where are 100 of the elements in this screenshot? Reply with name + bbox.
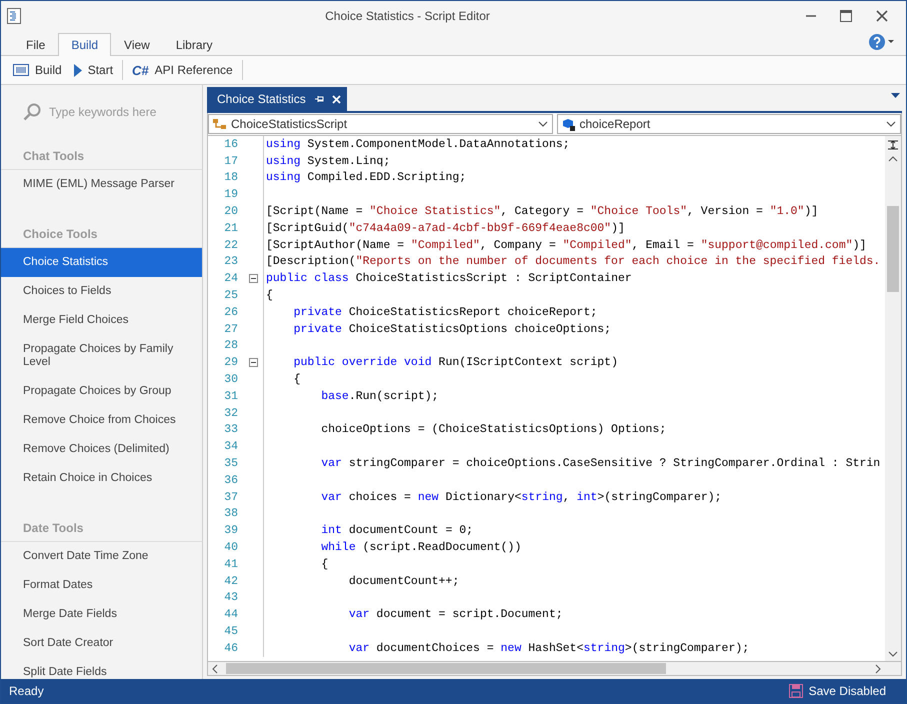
csharp-icon: C# bbox=[132, 62, 149, 78]
sidebar-item[interactable]: Choice Statistics bbox=[1, 248, 202, 277]
line-number: 38 bbox=[223, 507, 239, 520]
status-text: Ready bbox=[9, 684, 44, 698]
sidebar-item[interactable]: Remove Choices (Delimited) bbox=[1, 435, 202, 464]
sidebar-item[interactable]: Split Date Fields bbox=[1, 658, 202, 679]
ribbon-tab[interactable]: View bbox=[111, 33, 163, 56]
code-line: choiceOptions = (ChoiceStatisticsOptions) Options; bbox=[320, 423, 666, 436]
line-number: 44 bbox=[223, 608, 239, 622]
line-number: 34 bbox=[223, 440, 239, 454]
sidebar-item[interactable]: Retain Choice in Choices bbox=[1, 464, 202, 493]
tab-title: Choice Statistics bbox=[217, 92, 306, 106]
sidebar-item[interactable]: Merge Field Choices bbox=[1, 306, 202, 335]
member-dropdown[interactable]: choiceReport bbox=[556, 114, 901, 134]
field-icon bbox=[562, 118, 576, 130]
pin-icon[interactable] bbox=[314, 94, 324, 104]
line-number: 25 bbox=[223, 289, 239, 302]
code-line: private ChoiceStatisticsOptions choiceOptions; bbox=[292, 322, 612, 336]
sidebar-item[interactable]: Choices to Fields bbox=[1, 277, 202, 306]
line-number: 36 bbox=[223, 474, 239, 487]
minimize-icon[interactable] bbox=[806, 15, 816, 17]
line-number: 32 bbox=[223, 406, 239, 420]
code-line: var documentChoices = new HashSet<string>(stringComparer); bbox=[348, 642, 750, 655]
line-number: 40 bbox=[223, 541, 239, 554]
line-number: 17 bbox=[223, 154, 239, 168]
vertical-scrollbar[interactable] bbox=[885, 136, 901, 661]
group-header: Date Tools bbox=[1, 521, 202, 542]
line-number: 37 bbox=[223, 490, 239, 504]
line-number: 19 bbox=[223, 188, 239, 202]
code-line: { bbox=[320, 558, 328, 571]
line-number: 41 bbox=[223, 558, 239, 571]
line-number: 16 bbox=[223, 138, 239, 151]
code-line: private ChoiceStatisticsReport choiceReport; bbox=[292, 306, 598, 319]
code-line: while (script.ReadDocument()) bbox=[320, 541, 522, 554]
toolbar-button[interactable]: Start bbox=[68, 58, 120, 82]
horizontal-scrollbar[interactable] bbox=[207, 661, 902, 676]
toolbar-button[interactable]: C# API Reference bbox=[126, 58, 239, 82]
code-line: var document = script.Document; bbox=[348, 608, 563, 622]
sidebar-item[interactable]: MIME (EML) Message Parser bbox=[1, 170, 202, 199]
line-number: 22 bbox=[223, 238, 239, 252]
line-number: 43 bbox=[223, 591, 239, 604]
line-number: 29 bbox=[223, 356, 239, 370]
scroll-thumb[interactable] bbox=[226, 663, 666, 674]
build-icon bbox=[13, 64, 29, 76]
ribbon-tab[interactable]: Build bbox=[58, 33, 112, 56]
scroll-right-icon[interactable] bbox=[875, 664, 881, 674]
collapse-icon[interactable] bbox=[249, 358, 258, 368]
ribbon-tab[interactable]: File bbox=[13, 33, 58, 56]
document-tab[interactable]: Choice Statistics bbox=[207, 87, 347, 111]
search-field[interactable]: Type keywords here bbox=[23, 103, 202, 121]
sidebar-item[interactable]: Propagate Choices by Group bbox=[1, 377, 202, 406]
sidebar-item[interactable]: Format Dates bbox=[1, 571, 202, 600]
save-icon bbox=[788, 684, 803, 698]
code-line: public class ChoiceStatisticsScript : ScriptContainer bbox=[266, 272, 632, 286]
ribbon-tab[interactable]: Library bbox=[162, 33, 226, 56]
close-icon[interactable] bbox=[876, 10, 888, 22]
line-number: 42 bbox=[223, 574, 239, 588]
line-number: 26 bbox=[223, 306, 239, 319]
scroll-thumb[interactable] bbox=[887, 206, 899, 292]
class-icon bbox=[213, 118, 227, 130]
scroll-left-icon[interactable] bbox=[212, 664, 218, 674]
line-number: 28 bbox=[223, 339, 239, 352]
sidebar-item[interactable]: Remove Choice from Choices bbox=[1, 406, 202, 435]
dropdown-arrow-icon[interactable] bbox=[891, 93, 900, 98]
code-line: var stringComparer = choiceOptions.CaseSensitive ? StringComparer.Ordinal : Strin bbox=[320, 457, 880, 470]
code-line: [ScriptAuthor(Name = "Compiled", Company = "Compiled", Email = "support@compiled.com")] bbox=[266, 238, 866, 252]
window-title: Choice Statistics - Script Editor bbox=[324, 9, 491, 23]
collapse-icon[interactable] bbox=[249, 274, 258, 284]
line-number: 23 bbox=[223, 255, 239, 268]
save-status: Save Disabled bbox=[808, 684, 886, 698]
code-line: using System.Linq; bbox=[266, 154, 390, 168]
line-number: 46 bbox=[223, 642, 239, 655]
scroll-up-icon[interactable] bbox=[888, 156, 898, 162]
sidebar-item[interactable]: Propagate Choices by Family Level bbox=[1, 335, 202, 377]
line-number: 30 bbox=[223, 373, 239, 386]
code-line: { bbox=[266, 289, 273, 302]
line-number: 21 bbox=[223, 222, 239, 235]
split-icon[interactable] bbox=[888, 140, 898, 150]
play-icon bbox=[74, 64, 82, 76]
group-header: Chat Tools bbox=[1, 149, 202, 170]
scroll-down-icon[interactable] bbox=[888, 651, 898, 657]
type-dropdown[interactable]: ChoiceStatisticsScript bbox=[208, 114, 552, 134]
toolbar-button[interactable]: Build bbox=[7, 58, 68, 82]
app-icon bbox=[7, 8, 21, 24]
sidebar-item[interactable]: Convert Date Time Zone bbox=[1, 542, 202, 571]
sidebar-item[interactable]: Sort Date Creator bbox=[1, 629, 202, 658]
code-line: using Compiled.EDD.Scripting; bbox=[266, 171, 466, 184]
line-number: 27 bbox=[223, 322, 239, 336]
line-number: 35 bbox=[223, 457, 239, 470]
chevron-icon bbox=[886, 121, 896, 127]
line-number: 24 bbox=[223, 272, 239, 286]
help-icon[interactable] bbox=[869, 34, 885, 50]
code-line: using System.ComponentModel.DataAnnotations; bbox=[266, 138, 570, 151]
chevron-icon bbox=[538, 121, 548, 127]
dropdown-arrow-icon[interactable] bbox=[888, 40, 894, 44]
search-icon bbox=[23, 103, 41, 121]
maximize-icon[interactable] bbox=[840, 10, 852, 22]
line-number: 31 bbox=[223, 390, 239, 403]
code-line: base.Run(script); bbox=[320, 390, 439, 403]
sidebar-item[interactable]: Merge Date Fields bbox=[1, 600, 202, 629]
